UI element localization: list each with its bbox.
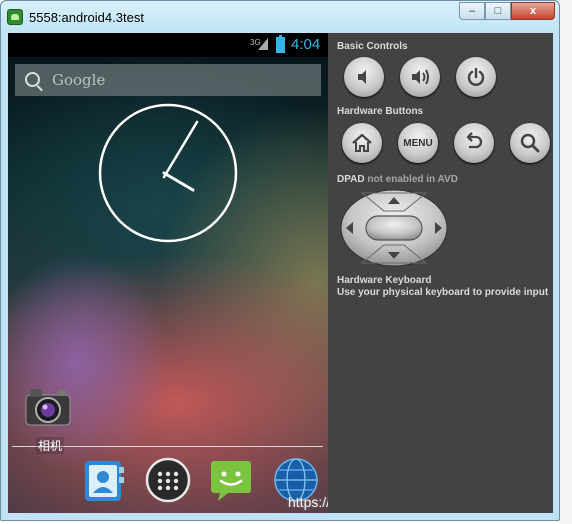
status-time: 4:04: [291, 36, 321, 53]
search-button[interactable]: [510, 123, 550, 163]
volume-down-button[interactable]: [344, 57, 384, 97]
contacts-icon[interactable]: [81, 457, 127, 503]
analog-clock-widget[interactable]: [98, 103, 238, 243]
dpad-title: DPAD not enabled in AVD: [337, 174, 458, 185]
hour-hand: [162, 171, 195, 192]
camera-icon[interactable]: [24, 385, 72, 429]
emulator-control-panel: Basic Controls Hardware Buttons MENU DPA…: [328, 33, 553, 513]
window-title: 5558:android4.3test: [29, 10, 144, 25]
minimize-button[interactable]: –: [459, 2, 485, 20]
title-bar[interactable]: 5558:android4.3test – □ x: [1, 1, 559, 35]
right-edge-strip: [560, 0, 572, 524]
volume-down-icon: [358, 70, 366, 84]
home-icon: [352, 133, 372, 152]
back-button[interactable]: [454, 123, 494, 163]
back-icon: [466, 132, 483, 149]
menu-button-label: MENU: [403, 137, 433, 149]
dpad-status: not enabled in AVD: [367, 174, 458, 185]
battery-icon: [276, 35, 285, 53]
maximize-button[interactable]: □: [485, 2, 511, 20]
camera-shortcut-label: 相机: [36, 437, 65, 454]
android-screen[interactable]: 3G 4:04 Google 相机: [8, 33, 328, 513]
search-placeholder: Google: [52, 71, 106, 89]
power-icon: [467, 67, 485, 86]
home-button[interactable]: [342, 123, 382, 163]
volume-up-icon: [412, 69, 429, 85]
power-button[interactable]: [456, 57, 496, 97]
minute-hand: [162, 120, 199, 179]
dpad-control[interactable]: [340, 189, 448, 267]
close-button[interactable]: x: [511, 2, 555, 20]
signal-icon: [258, 38, 268, 50]
window-controls: – □ x: [459, 2, 555, 22]
dpad-label: DPAD: [337, 174, 365, 185]
volume-up-button[interactable]: [400, 57, 440, 97]
hardware-keyboard-note: Use your physical keyboard to provide in…: [337, 287, 549, 298]
app-drawer-icon[interactable]: [145, 457, 191, 503]
android-app-icon: [7, 9, 23, 25]
menu-button[interactable]: MENU: [398, 123, 438, 163]
hardware-buttons-title: Hardware Buttons: [337, 106, 424, 117]
magnifier-icon: [520, 133, 540, 153]
status-bar[interactable]: 3G 4:04: [8, 33, 328, 57]
google-search-bar[interactable]: Google: [15, 64, 321, 96]
hardware-keyboard-title: Hardware Keyboard: [337, 275, 432, 286]
search-icon: [25, 72, 40, 87]
clock-face: [98, 103, 238, 243]
messaging-icon[interactable]: [208, 457, 254, 503]
dpad-center[interactable]: [365, 215, 423, 241]
basic-controls-title: Basic Controls: [337, 41, 408, 52]
